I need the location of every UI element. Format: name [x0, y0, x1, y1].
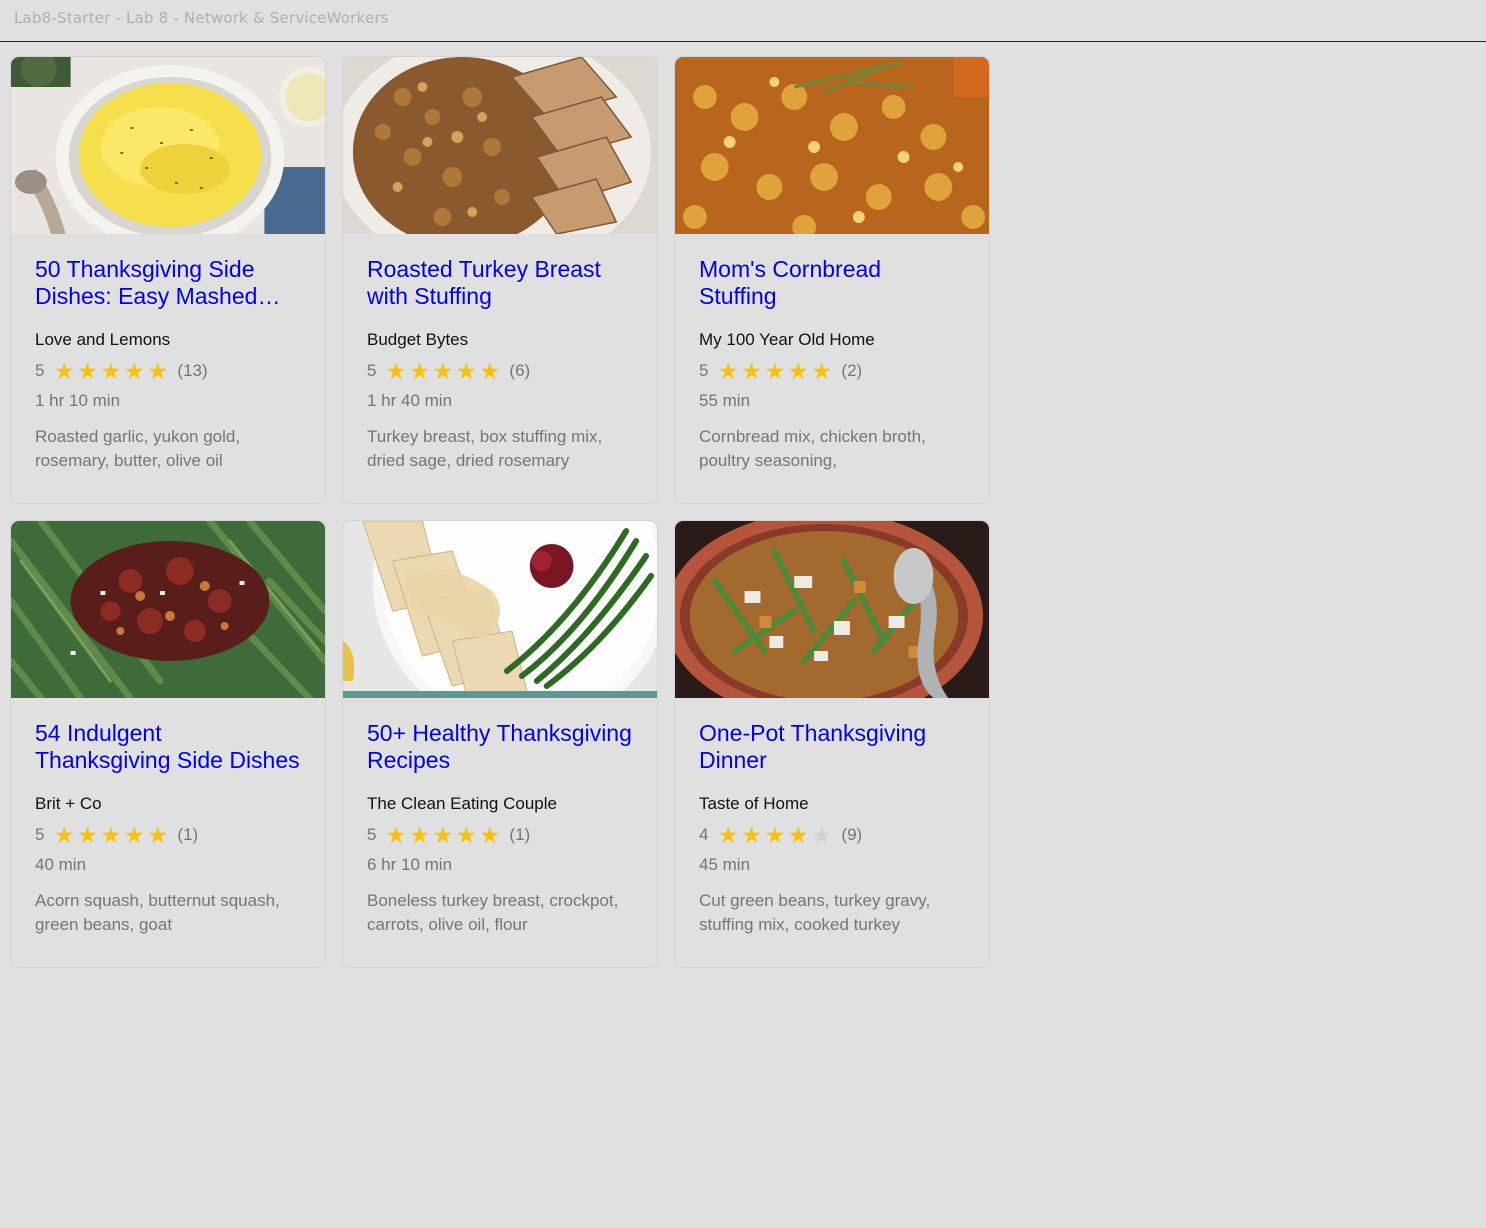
rating-count: (9) [841, 825, 863, 844]
rating-stars: ★ ★ ★ ★ ★ [52, 357, 169, 384]
recipe-rating: 5 ★ ★ ★ ★ ★ (13) [35, 359, 301, 383]
recipe-source: The Clean Eating Couple [367, 794, 557, 813]
star-icon: ★ [788, 357, 809, 384]
recipe-source: Brit + Co [35, 794, 102, 813]
star-icon: ★ [788, 821, 809, 848]
star-icon: ★ [100, 821, 122, 848]
rating-value: 5 [367, 825, 377, 844]
recipe-thumbnail[interactable] [11, 57, 325, 234]
star-icon: ★ [456, 357, 477, 384]
recipe-ingredients: Roasted garlic, yukon gold, rosemary, bu… [35, 427, 241, 470]
recipe-source: Taste of Home [699, 794, 809, 813]
recipe-source: Budget Bytes [367, 330, 469, 349]
star-icon: ★ [385, 821, 407, 848]
recipe-ingredients: Acorn squash, butternut squash, green be… [35, 891, 280, 934]
rating-stars: ★ ★ ★ ★ ★ [716, 357, 833, 384]
star-icon: ★ [811, 821, 833, 848]
star-icon: ★ [717, 357, 739, 384]
star-icon: ★ [764, 357, 786, 384]
star-icon: ★ [432, 821, 454, 848]
rating-value: 4 [699, 825, 709, 844]
star-icon: ★ [100, 357, 122, 384]
recipe-time: 6 hr 10 min [367, 855, 453, 874]
star-icon: ★ [432, 357, 454, 384]
recipe-time: 40 min [35, 855, 87, 874]
rating-value: 5 [35, 361, 45, 380]
star-icon: ★ [479, 821, 501, 848]
rating-count: (1) [177, 825, 199, 844]
star-icon: ★ [741, 821, 762, 848]
star-icon: ★ [147, 821, 169, 848]
recipe-rating: 5 ★ ★ ★ ★ ★ (6) [367, 359, 633, 383]
star-icon: ★ [811, 357, 833, 384]
window-titlebar: Lab8-Starter - Lab 8 - Network & Service… [0, 0, 1486, 42]
star-icon: ★ [741, 357, 762, 384]
star-icon: ★ [77, 357, 98, 384]
recipe-rating: 5 ★ ★ ★ ★ ★ (1) [367, 823, 633, 847]
star-icon: ★ [409, 357, 430, 384]
star-icon: ★ [764, 821, 786, 848]
rating-value: 5 [367, 361, 377, 380]
star-icon: ★ [479, 357, 501, 384]
star-icon: ★ [456, 821, 477, 848]
recipe-time: 55 min [699, 391, 751, 410]
recipe-card[interactable]: Mom's Cornbread Stuffing My 100 Year Old… [674, 56, 990, 504]
star-icon: ★ [409, 821, 430, 848]
recipe-thumbnail[interactable] [343, 57, 657, 234]
recipe-card[interactable]: 54 Indulgent Thanksgiving Side Dishes Br… [10, 520, 326, 968]
rating-count: (2) [841, 361, 863, 380]
star-icon: ★ [53, 357, 75, 384]
recipe-rating: 5 ★ ★ ★ ★ ★ (1) [35, 823, 301, 847]
recipe-time: 45 min [699, 855, 751, 874]
star-icon: ★ [717, 821, 739, 848]
recipe-source: My 100 Year Old Home [699, 330, 875, 349]
recipe-grid: 50 Thanksgiving Side Dishes: Easy Mashed… [10, 56, 990, 968]
recipe-title-link[interactable]: Mom's Cornbread Stuffing [699, 256, 965, 310]
recipe-rating: 4 ★ ★ ★ ★ ★ (9) [699, 823, 965, 847]
recipe-ingredients: Cornbread mix, chicken broth, poultry se… [699, 427, 926, 470]
star-icon: ★ [147, 357, 169, 384]
rating-value: 5 [35, 825, 45, 844]
star-icon: ★ [53, 821, 75, 848]
recipe-ingredients: Cut green beans, turkey gravy, stuffing … [699, 891, 931, 934]
star-icon: ★ [385, 357, 407, 384]
recipe-card[interactable]: One-Pot Thanksgiving Dinner Taste of Hom… [674, 520, 990, 968]
recipe-thumbnail[interactable] [675, 57, 989, 234]
rating-stars: ★ ★ ★ ★ ★ [384, 821, 501, 848]
star-icon: ★ [77, 821, 98, 848]
rating-value: 5 [699, 361, 709, 380]
window-title: Lab8-Starter - Lab 8 - Network & Service… [14, 9, 389, 27]
recipe-time: 1 hr 10 min [35, 391, 121, 410]
recipe-rating: 5 ★ ★ ★ ★ ★ (2) [699, 359, 965, 383]
rating-count: (13) [177, 361, 208, 380]
recipe-card[interactable]: 50 Thanksgiving Side Dishes: Easy Mashed… [10, 56, 326, 504]
recipe-card[interactable]: 50+ Healthy Thanksgiving Recipes The Cle… [342, 520, 658, 968]
recipe-card[interactable]: Roasted Turkey Breast with Stuffing Budg… [342, 56, 658, 504]
recipe-title-link[interactable]: 50+ Healthy Thanksgiving Recipes [367, 720, 633, 774]
recipe-title-link[interactable]: 50 Thanksgiving Side Dishes: Easy Mashed… [35, 256, 301, 310]
recipe-ingredients: Turkey breast, box stuffing mix, dried s… [367, 427, 603, 470]
rating-stars: ★ ★ ★ ★ ★ [384, 357, 501, 384]
rating-count: (1) [509, 825, 531, 844]
recipe-thumbnail[interactable] [343, 521, 657, 698]
recipe-ingredients: Boneless turkey breast, crockpot, carrot… [367, 891, 619, 934]
recipe-thumbnail[interactable] [675, 521, 989, 698]
recipe-title-link[interactable]: One-Pot Thanksgiving Dinner [699, 720, 965, 774]
star-icon: ★ [124, 821, 145, 848]
rating-stars: ★ ★ ★ ★ ★ [52, 821, 169, 848]
star-icon: ★ [124, 357, 145, 384]
recipe-thumbnail[interactable] [11, 521, 325, 698]
recipe-title-link[interactable]: 54 Indulgent Thanksgiving Side Dishes [35, 720, 301, 774]
recipe-source: Love and Lemons [35, 330, 171, 349]
recipe-title-link[interactable]: Roasted Turkey Breast with Stuffing [367, 256, 633, 310]
rating-stars: ★ ★ ★ ★ ★ [716, 821, 833, 848]
rating-count: (6) [509, 361, 531, 380]
recipe-time: 1 hr 40 min [367, 391, 453, 410]
